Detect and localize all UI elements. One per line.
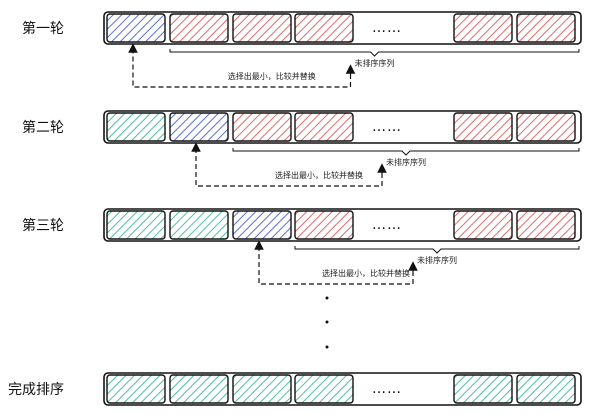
array-cell-red [294, 112, 354, 142]
array-cell-red [294, 13, 354, 43]
round-label: 第二轮 [22, 119, 64, 136]
array-cell-green [106, 374, 166, 404]
unsorted-label: 未排序序列 [355, 58, 395, 68]
array-cell-red [169, 13, 229, 43]
continuation-dots [325, 296, 329, 349]
unsorted-brace [169, 49, 580, 57]
round-row: 第一轮 …… 未排序序列选择出最小，比较并替换 [22, 11, 582, 88]
swap-arrow [254, 240, 414, 285]
ellipsis-text: …… [372, 20, 402, 36]
array-cell-green [106, 112, 166, 142]
round-label: 完成排序 [8, 382, 64, 398]
round-row: 完成排序 …… [8, 372, 582, 406]
array-cell-green [169, 374, 229, 404]
swap-note: 选择出最小，比较并替换 [275, 170, 363, 180]
array-cell-green [453, 374, 513, 404]
ellipsis-text: …… [372, 119, 402, 135]
round-label: 第一轮 [22, 20, 64, 37]
array-cell-red [453, 112, 513, 142]
array-cell-green [294, 374, 354, 404]
array-cell-green [232, 374, 292, 404]
array-cell-red [516, 210, 576, 240]
array-cell-blue [106, 13, 166, 43]
array-cell-red [232, 112, 292, 142]
array-cell-green [516, 374, 576, 404]
round-label: 第三轮 [22, 217, 64, 234]
array-cell-red [516, 112, 576, 142]
unsorted-label: 未排序序列 [417, 255, 457, 265]
round-row: 第三轮 …… 未排序序列选择出最小，比较并替换 [22, 208, 582, 285]
continuation-dot [325, 320, 329, 324]
array-cell-green [169, 210, 229, 240]
unsorted-brace [232, 148, 580, 156]
array-cell-red [232, 13, 292, 43]
array-cell-red [453, 13, 513, 43]
swap-note: 选择出最小，比较并替换 [228, 71, 316, 81]
ellipsis-text: …… [372, 217, 402, 233]
array-cell-red [453, 210, 513, 240]
array-cell-red [516, 13, 576, 43]
swap-arrow [128, 43, 352, 88]
unsorted-brace [294, 246, 580, 254]
selection-sort-diagram: 第一轮 ……未排序序列选择出最小，比较并替换第二轮 ……未排序序列选择出最小，比较并… [8, 11, 582, 406]
unsorted-label: 未排序序列 [386, 157, 426, 167]
ellipsis-text: …… [372, 381, 402, 397]
array-cell-green [106, 210, 166, 240]
continuation-dot [325, 345, 329, 349]
round-row: 第二轮 …… 未排序序列选择出最小，比较并替换 [22, 110, 582, 187]
array-cell-blue [232, 210, 292, 240]
array-cell-red [294, 210, 354, 240]
swap-note: 选择出最小，比较并替换 [322, 268, 410, 278]
continuation-dot [325, 296, 329, 300]
swap-arrow [191, 142, 383, 187]
array-cell-blue [169, 112, 229, 142]
